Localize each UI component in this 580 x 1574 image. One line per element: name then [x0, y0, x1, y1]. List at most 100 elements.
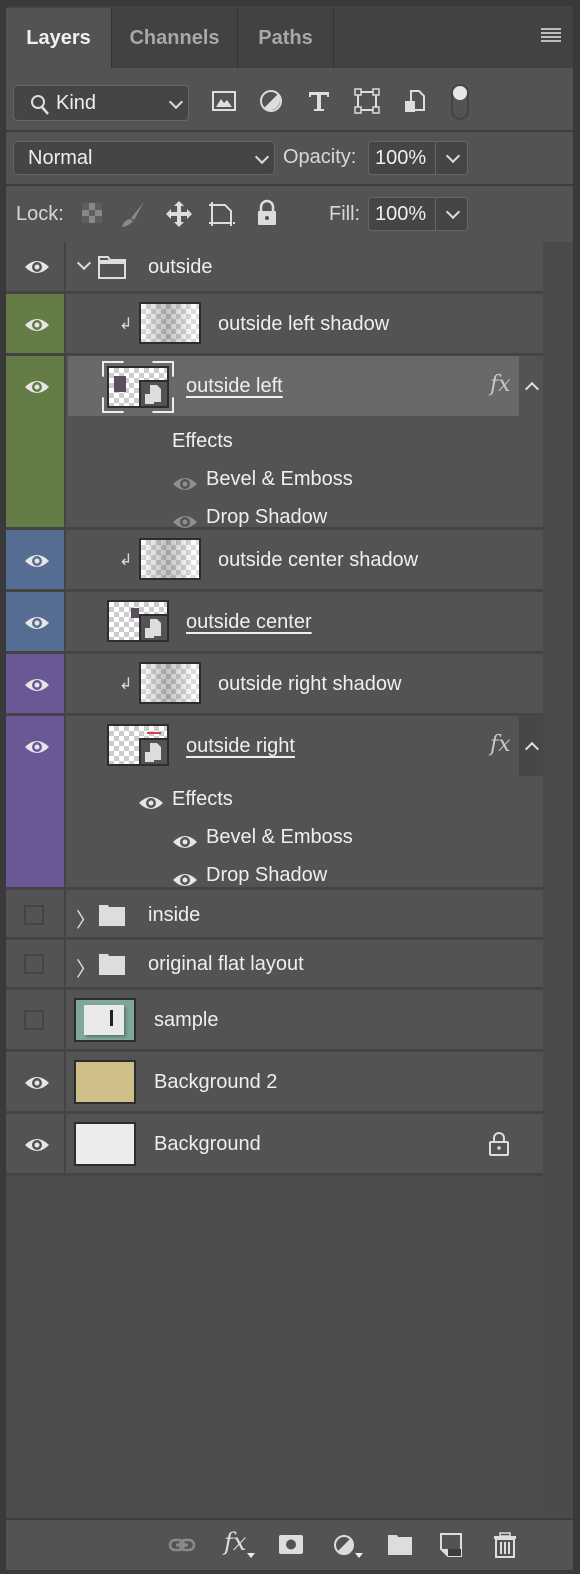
visibility-toggle[interactable]: [6, 356, 66, 527]
layer-thumbnail: [74, 1060, 136, 1104]
layer-row[interactable]: Background: [6, 1114, 543, 1176]
layer-thumbnail: [74, 998, 136, 1042]
eye-icon: [25, 319, 49, 331]
effect-eye-icon[interactable]: [172, 871, 198, 889]
fx-icon[interactable]: fx: [490, 732, 511, 757]
effects-label: Effects: [172, 788, 233, 810]
effect-item[interactable]: Drop Shadow: [206, 506, 327, 529]
tab-paths[interactable]: Paths: [238, 8, 334, 68]
tab-channels[interactable]: Channels: [112, 8, 238, 68]
kind-filter-dropdown[interactable]: Kind: [13, 85, 189, 121]
fx-icon[interactable]: fx: [490, 372, 511, 397]
lock-all-icon[interactable]: [256, 199, 278, 227]
visibility-toggle[interactable]: [6, 242, 66, 291]
kind-label: Kind: [56, 92, 97, 114]
visibility-off-box[interactable]: [24, 905, 44, 925]
layer-row[interactable]: 〉 original flat layout: [6, 940, 543, 990]
layer-name[interactable]: outside left: [186, 375, 283, 398]
layer-row[interactable]: ↲ outside center shadow: [6, 530, 543, 592]
effect-item[interactable]: Bevel & Emboss: [206, 468, 353, 491]
visibility-off-box[interactable]: [24, 1010, 44, 1030]
delete-layer-icon[interactable]: [491, 1532, 519, 1558]
layer-row[interactable]: ↲ outside left shadow: [6, 294, 543, 356]
effect-item[interactable]: Bevel & Emboss: [206, 826, 353, 849]
clipping-mask-icon: ↲: [119, 316, 133, 333]
folder-icon: [99, 905, 125, 926]
layer-row[interactable]: sample: [6, 990, 543, 1052]
lock-transparent-pixels-icon[interactable]: [81, 202, 103, 224]
layer-name[interactable]: outside center: [186, 611, 312, 634]
effect-item[interactable]: Drop Shadow: [206, 864, 327, 887]
filter-row: Kind: [6, 68, 573, 132]
layer-name[interactable]: Background: [154, 1133, 261, 1156]
visibility-toggle[interactable]: [6, 530, 66, 589]
effect-eye-icon[interactable]: [172, 513, 198, 531]
layer-name[interactable]: sample: [154, 1009, 218, 1032]
layer-row[interactable]: ↲ outside right shadow: [6, 654, 543, 716]
add-layer-style-icon[interactable]: fx: [224, 1528, 246, 1556]
new-layer-icon[interactable]: [437, 1532, 465, 1558]
visibility-toggle[interactable]: [6, 1052, 66, 1111]
layers-scrollbar[interactable]: [543, 242, 573, 1512]
visibility-toggle[interactable]: [6, 990, 66, 1049]
smart-object-badge: [139, 614, 169, 642]
visibility-toggle[interactable]: [6, 592, 66, 651]
layer-name[interactable]: outside center shadow: [218, 549, 418, 572]
layer-name[interactable]: inside: [148, 904, 200, 927]
layer-name[interactable]: outside left shadow: [218, 313, 389, 336]
layer-thumbnail: [139, 538, 201, 580]
layer-row[interactable]: 〉 inside: [6, 890, 543, 940]
panel-footer: fx: [6, 1518, 573, 1570]
layer-row[interactable]: outside center: [6, 592, 543, 654]
adjustment-filter-icon[interactable]: [258, 88, 284, 114]
layer-name[interactable]: original flat layout: [148, 953, 304, 976]
visibility-toggle[interactable]: [6, 890, 66, 937]
blend-mode-dropdown[interactable]: Normal: [13, 141, 275, 175]
layer-row-selected[interactable]: outside left fx Effects Bevel & Emboss D…: [6, 356, 543, 530]
add-mask-icon[interactable]: [277, 1532, 305, 1558]
fill-field[interactable]: 100%: [368, 197, 468, 231]
chevron-down-icon[interactable]: [445, 148, 461, 164]
chevron-down-icon[interactable]: [445, 204, 461, 220]
expand-chevron-icon[interactable]: 〉: [76, 953, 96, 982]
visibility-off-box[interactable]: [24, 954, 44, 974]
visibility-toggle[interactable]: [6, 716, 66, 887]
type-filter-icon[interactable]: [306, 88, 332, 114]
layer-thumbnail: [107, 724, 169, 766]
layer-name[interactable]: outside right: [186, 735, 295, 758]
opacity-value: 100%: [375, 147, 427, 169]
visibility-toggle[interactable]: [6, 654, 66, 713]
tab-layers[interactable]: Layers: [6, 8, 112, 69]
layer-name[interactable]: outside: [148, 256, 213, 279]
layer-row[interactable]: outside: [6, 242, 543, 294]
layer-name[interactable]: Background 2: [154, 1071, 277, 1094]
visibility-toggle[interactable]: [6, 1114, 66, 1173]
panel-menu-icon[interactable]: [541, 28, 561, 44]
effect-eye-icon[interactable]: [172, 475, 198, 493]
layer-row[interactable]: Background 2: [6, 1052, 543, 1114]
layer-row[interactable]: outside right fx Effects Bevel & Emboss …: [6, 716, 543, 890]
lock-position-icon[interactable]: [166, 200, 192, 228]
opacity-field[interactable]: 100%: [368, 141, 468, 175]
eye-icon: [25, 261, 49, 273]
expand-chevron-icon[interactable]: [76, 255, 92, 271]
visibility-toggle[interactable]: [6, 940, 66, 987]
effect-eye-icon[interactable]: [172, 833, 198, 851]
smart-object-filter-icon[interactable]: [402, 88, 428, 114]
shape-filter-icon[interactable]: [354, 88, 380, 114]
lock-image-pixels-icon[interactable]: [120, 200, 146, 228]
visibility-toggle[interactable]: [6, 294, 66, 353]
effects-eye-icon[interactable]: [138, 794, 164, 812]
lock-artboard-icon[interactable]: [208, 201, 236, 227]
link-layers-icon[interactable]: [168, 1532, 196, 1558]
layer-thumbnail: [107, 600, 169, 642]
expand-chevron-icon[interactable]: 〉: [76, 904, 96, 933]
layer-name[interactable]: outside right shadow: [218, 673, 401, 696]
image-filter-icon[interactable]: [211, 88, 237, 114]
clipping-mask-icon: ↲: [119, 552, 133, 569]
filter-toggle[interactable]: [451, 84, 469, 120]
new-group-icon[interactable]: [386, 1532, 414, 1558]
collapse-effects-icon[interactable]: [524, 381, 540, 397]
fill-value: 100%: [375, 203, 427, 225]
smart-object-badge: [139, 738, 169, 766]
